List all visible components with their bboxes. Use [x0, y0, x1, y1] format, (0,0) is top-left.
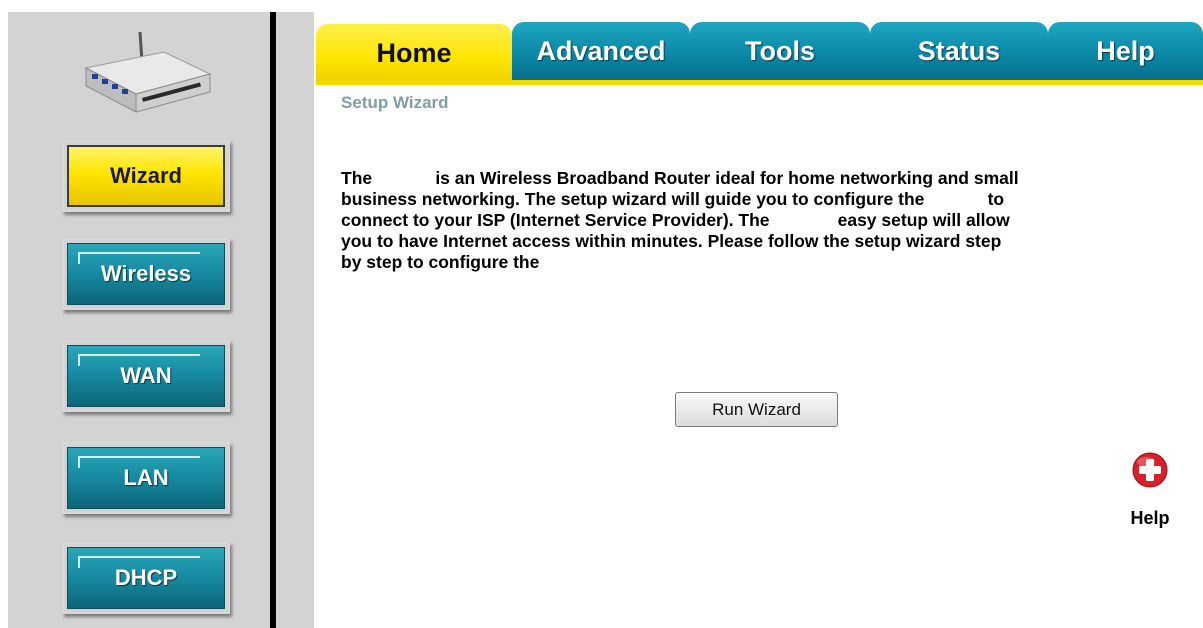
tab-label: Tools: [745, 35, 815, 66]
tab-label: Status: [917, 35, 1001, 66]
tab-help[interactable]: Help: [1048, 22, 1203, 80]
sidebar-button-label: Wizard: [110, 163, 182, 188]
tab-advanced[interactable]: Advanced: [512, 22, 690, 80]
section-title: Setup Wizard: [341, 93, 449, 112]
sidebar-button-label: Wireless: [100, 261, 192, 286]
sidebar-button-wizard[interactable]: Wizard: [62, 140, 230, 212]
sidebar-button-label: WAN: [120, 363, 172, 388]
sidebar-button-label: DHCP: [114, 565, 178, 590]
top-tab-bar: Home Advanced Tools Status Help: [316, 22, 1203, 84]
intro-text: The is an Wireless Broadband Router idea…: [341, 168, 1181, 273]
sidebar-button-wan[interactable]: WAN: [62, 340, 230, 412]
intro-line: connect to your ISP (Internet Service Pr…: [341, 210, 1010, 230]
content-gutter: [276, 12, 314, 628]
help-link[interactable]: Help: [1122, 452, 1182, 532]
tab-underline: [316, 80, 1203, 85]
tab-label: Help: [1096, 35, 1155, 66]
sidebar-button-dhcp[interactable]: DHCP: [62, 542, 230, 614]
tab-status[interactable]: Status: [870, 22, 1048, 80]
tab-tools[interactable]: Tools: [690, 22, 870, 80]
intro-line: business networking. The setup wizard wi…: [341, 189, 1005, 209]
help-plus-icon: [1132, 452, 1168, 488]
intro-line: you to have Internet access within minut…: [341, 231, 1002, 251]
router-icon: [78, 28, 214, 124]
intro-line: by step to configure the: [341, 252, 540, 272]
help-label: Help: [1130, 508, 1170, 528]
tab-label: Advanced: [536, 35, 666, 66]
run-wizard-button[interactable]: Run Wizard: [675, 392, 838, 427]
sidebar-button-label: LAN: [123, 465, 169, 490]
sidebar-button-lan[interactable]: LAN: [62, 442, 230, 514]
sidebar-button-wireless[interactable]: Wireless: [62, 238, 230, 310]
tab-home[interactable]: Home: [316, 24, 512, 82]
intro-line: The is an Wireless Broadband Router idea…: [341, 168, 1019, 188]
tab-label: Home: [376, 37, 452, 68]
